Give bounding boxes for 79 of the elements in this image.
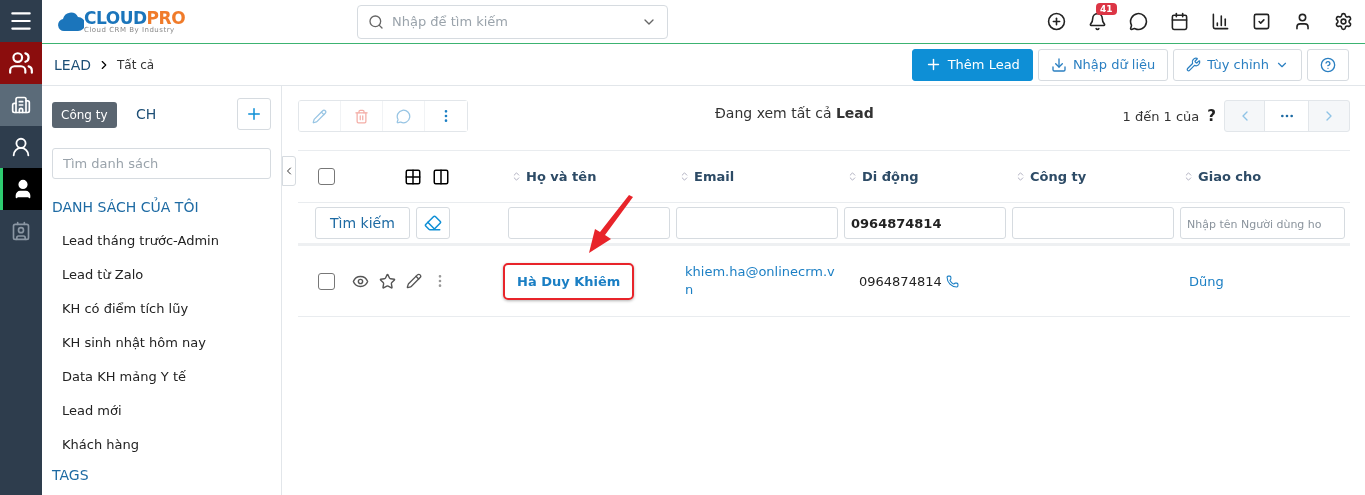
rail-item[interactable] (0, 42, 42, 84)
settings-icon[interactable] (1334, 12, 1353, 31)
search-icon (368, 13, 384, 30)
plus-icon (245, 105, 263, 123)
list-item[interactable]: KH sinh nhật hôm nay (52, 325, 271, 359)
user-filter-field[interactable]: Nhập tên Người dùng ho (1180, 207, 1345, 239)
eraser-icon (423, 214, 442, 232)
action-button[interactable]: Thêm Lead (911, 48, 1033, 81)
chat-icon[interactable] (1129, 12, 1148, 31)
contact-card-icon[interactable] (11, 221, 31, 241)
list-item[interactable]: Khách hàng (52, 427, 271, 461)
grid-icon[interactable] (404, 167, 422, 186)
help-button[interactable] (1307, 48, 1349, 81)
calendar-icon[interactable] (1170, 12, 1189, 31)
pencil-icon (312, 108, 327, 124)
chart-icon[interactable] (1211, 12, 1230, 31)
filter-field[interactable] (508, 207, 670, 239)
person-icon[interactable] (10, 136, 32, 158)
pencil-icon[interactable] (406, 273, 422, 289)
list-item[interactable]: Lead tháng trước-Admin (52, 223, 271, 257)
lead-name-link[interactable]: Hà Duy Khiêm (503, 262, 635, 300)
help-icon (1320, 56, 1336, 73)
sort-icon (511, 171, 522, 182)
section-title: TAGS (52, 467, 90, 483)
add-list-button[interactable] (237, 98, 271, 130)
list-search-field[interactable]: Tìm danh sách (52, 148, 271, 179)
assignee-link[interactable]: Dũng (1183, 273, 1224, 289)
notification-badge: 41 (1096, 3, 1117, 15)
email-link[interactable]: khiem.ha@onlinecrm.vn (679, 263, 835, 299)
list-item[interactable]: Lead mới (52, 393, 271, 427)
add-icon[interactable] (1047, 12, 1066, 31)
columns-icon[interactable] (432, 167, 450, 186)
search-button[interactable]: Tìm kiếm (315, 207, 410, 239)
annotation-arrow (587, 195, 635, 255)
filter-field[interactable] (1012, 207, 1174, 239)
action-button[interactable]: Tùy chỉnh (1173, 48, 1302, 81)
phone-icon[interactable] (945, 274, 959, 288)
column-header[interactable]: Email (679, 169, 735, 184)
building-icon[interactable] (11, 95, 31, 115)
sidebar-title: CH (136, 106, 157, 122)
people-icon[interactable] (8, 50, 34, 76)
breadcrumb-page: Tất cả (117, 57, 155, 72)
action-button[interactable]: Nhập dữ liệu (1037, 48, 1169, 81)
column-header[interactable]: Giao cho (1183, 169, 1262, 184)
search-input[interactable]: Nhập để tìm kiếm (390, 13, 635, 30)
column-header[interactable]: Di động (847, 169, 919, 184)
tooltip: Công ty (52, 102, 117, 128)
clear-filter-button[interactable] (415, 207, 450, 239)
list-item[interactable]: Data KH mảng Y tế (52, 359, 271, 393)
pagination-text: 1 đến 1 của (1122, 108, 1200, 124)
list-item[interactable]: Lead từ Zalo (52, 257, 271, 291)
rail-item[interactable] (0, 168, 42, 210)
view-title: Đang xem tất cả Lead (715, 105, 874, 121)
breadcrumb-module[interactable]: LEAD (54, 56, 91, 73)
column-header[interactable]: Công ty (1015, 169, 1087, 184)
sort-icon (679, 171, 690, 182)
filter-field[interactable]: 0964874814 (844, 207, 1006, 239)
search-bar[interactable]: Nhập để tìm kiếm (357, 4, 668, 39)
comment-icon (396, 108, 411, 124)
section-title: DANH SÁCH CỦA TÔI (52, 199, 200, 215)
cloud-icon (58, 10, 84, 33)
pagination-total[interactable]: ? (1207, 107, 1216, 125)
wrench-icon (1186, 57, 1202, 72)
star-icon[interactable] (379, 272, 396, 290)
checkbox[interactable] (318, 168, 335, 185)
collapse-button[interactable] (282, 156, 296, 186)
list-item[interactable]: KH có điểm tích lũy (52, 291, 271, 325)
checkbox[interactable] (318, 272, 335, 290)
bell-icon[interactable] (1088, 12, 1107, 31)
checkbox-icon[interactable] (1252, 12, 1271, 31)
column-header[interactable]: Họ và tên (511, 169, 597, 184)
filter-field[interactable] (676, 207, 838, 239)
sort-icon (1183, 171, 1194, 182)
download-icon (1050, 56, 1067, 73)
user-icon[interactable] (1293, 12, 1312, 31)
phone-number: 0964874814 (847, 273, 959, 289)
trash-icon (354, 108, 369, 124)
sort-icon (847, 171, 858, 182)
sort-icon (1015, 171, 1026, 182)
